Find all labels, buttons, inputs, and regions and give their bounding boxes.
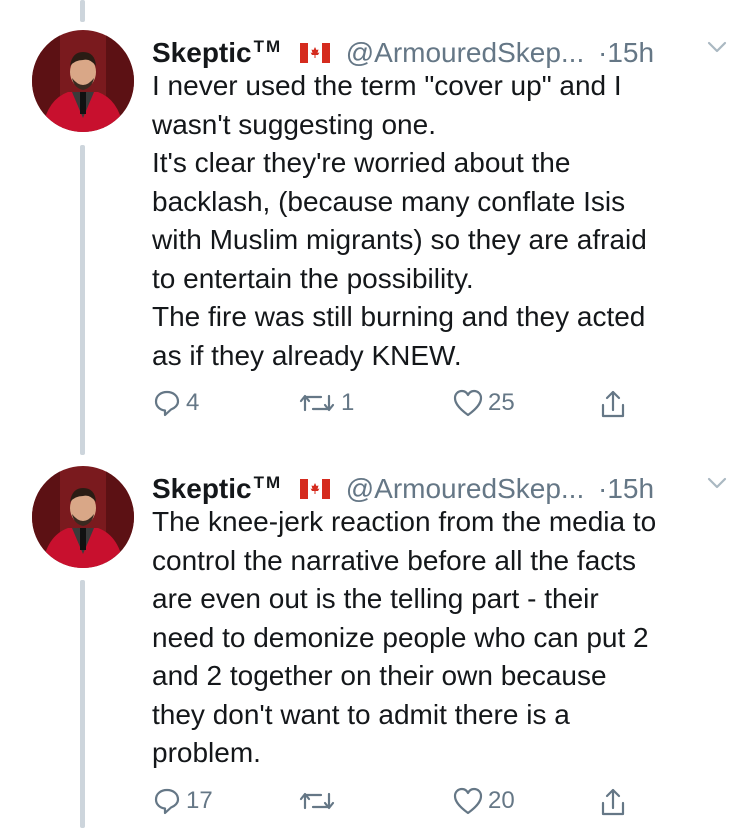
tweet-actions: 4 1 25 [152,388,672,428]
retweet-icon [299,394,335,412]
like-count: 25 [488,389,515,416]
reply-button[interactable]: 4 [152,388,199,418]
author-name[interactable]: Skeptic [152,473,252,504]
avatar[interactable] [32,466,134,568]
canada-flag-icon [299,37,330,71]
tweet-text-line: I never used the term "cover up" and I [152,70,622,101]
tweet-text-line: backlash, (because many conflate Isis [152,185,626,217]
tweet-text-line: are even out is the telling part - their [152,583,599,614]
tweet-text-line: need to demonize people who can put 2 [152,621,649,653]
tweet[interactable]: Skeptic TM @ArmouredSkep... ·15h The knee… [0,466,750,828]
reply-count: 17 [186,787,213,814]
chevron-down-icon[interactable] [706,32,728,66]
tweet-text-line: The knee-jerk reaction from the media to [152,506,657,537]
like-count: 20 [488,787,515,814]
timestamp[interactable]: 15h [607,473,654,504]
trademark-mark: TM [253,37,283,56]
like-button[interactable]: 25 [452,388,515,418]
heart-icon [453,787,483,815]
timestamp[interactable]: 15h [607,37,654,68]
trademark-mark: TM [253,473,283,492]
retweet-button[interactable]: 1 [297,388,354,418]
tweet-text-line: wasn't suggesting one. [152,108,436,140]
retweet-count: 1 [341,389,355,416]
share-button[interactable] [598,786,628,818]
canada-flag-icon [299,473,330,507]
tweet-text: The knee-jerk reaction from the media to… [152,503,730,773]
tweet-header: Skeptic TM @ArmouredSkep... ·15h [152,30,730,68]
chevron-down-icon[interactable] [706,468,728,502]
author-name[interactable]: Skeptic [152,37,252,68]
tweet-text-line: and 2 together on their own because [152,660,607,691]
reply-count: 4 [186,389,200,416]
tweet-text-line: control the narrative before all the fac… [152,544,637,576]
tweet-text-line: as if they already KNEW. [152,339,462,371]
tweet-text-line: The fire was still burning and they acte… [152,301,646,332]
retweet-icon [299,792,335,810]
share-button[interactable] [598,388,628,420]
tweet[interactable]: Skeptic TM @ArmouredSkep... ·15h I never … [0,30,750,440]
separator-dot: · [598,37,608,68]
reply-icon [154,390,180,417]
tweet-text-line: they don't want to admit there is a [152,698,570,730]
retweet-button[interactable] [297,786,341,816]
tweet-text-line: to entertain the possibility. [152,262,474,294]
avatar[interactable] [32,30,134,132]
tweet-text: I never used the term "cover up" and I w… [152,67,730,375]
separator-dot: · [598,473,608,504]
reply-button[interactable]: 17 [152,786,213,816]
tweet-text-line: It's clear they're worried about the [152,147,571,178]
share-icon [601,788,625,816]
reply-icon [154,788,180,815]
author-handle[interactable]: @ArmouredSkep... [346,37,585,68]
tweet-header: Skeptic TM @ArmouredSkep... ·15h [152,466,730,504]
thread-line-top [80,0,85,22]
tweet-text-line: problem. [152,737,261,768]
tweet-actions: 17 20 [152,786,672,826]
author-handle[interactable]: @ArmouredSkep... [346,473,585,504]
like-button[interactable]: 20 [452,786,515,816]
heart-icon [453,389,483,417]
share-icon [601,390,625,418]
tweet-text-line: with Muslim migrants) so they are afraid [152,224,647,255]
